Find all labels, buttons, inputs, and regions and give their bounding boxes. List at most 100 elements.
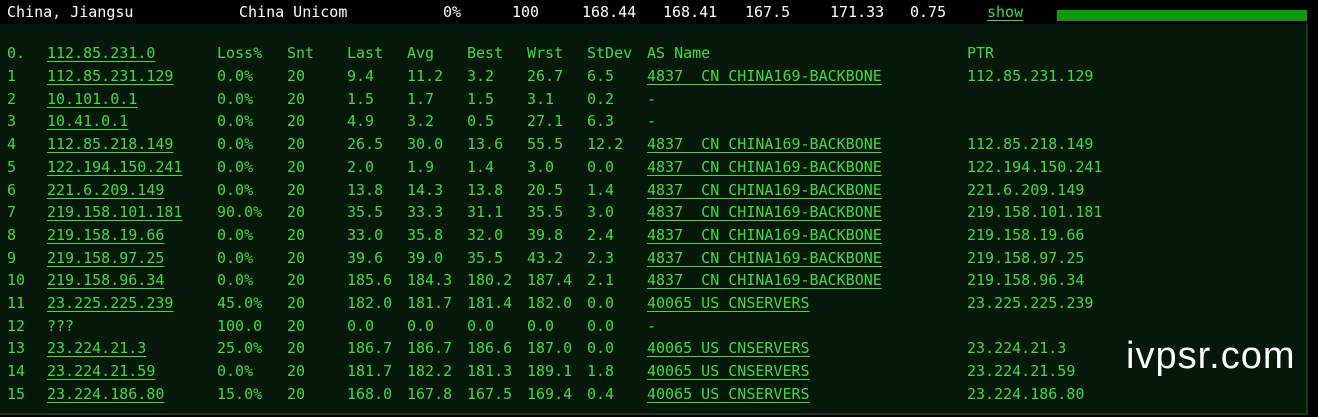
best-value: 0.5 [467,112,495,131]
as-name-link[interactable]: 4837 CN CHINA169-BACKBONE [647,156,882,178]
host-link[interactable]: 23.224.21.3 [47,337,146,359]
col-ptr: PTR [967,44,995,62]
host-link[interactable]: 112.85.231.129 [47,65,173,87]
host-link[interactable]: 122.194.150.241 [47,156,182,178]
loss-value: 0.0% [217,225,254,244]
as-name-link[interactable]: 4837 CN CHINA169-BACKBONE [647,65,882,87]
last-value: 13.8 [347,180,384,199]
sent-value: 20 [287,362,306,381]
mtr-result-panel: 0. 112.85.231.0 Loss% Snt Last Avg Best … [0,24,1308,415]
sent-value: 20 [287,112,306,131]
hop-number: 3 [7,112,17,131]
avg-value: 39.0 [407,248,444,267]
host-link[interactable]: 219.158.19.66 [47,224,164,246]
loss-value: 25.0% [217,339,263,358]
sent-value: 20 [287,67,306,85]
worst-value: 43.2 [527,248,564,267]
summary-bar: China, Jiangsu China Unicom 0% 100 168.4… [0,0,1318,24]
as-name-link[interactable]: 4837 CN CHINA169-BACKBONE [647,269,882,291]
sent-value: 20 [287,203,306,222]
host-link[interactable]: 219.158.97.25 [47,247,164,269]
table-row: 14 23.224.21.59 0.0% 20 181.7 182.2 181.3 189.1… [0,360,1306,382]
best-value: 13.6 [467,135,504,154]
last-value: 35.5 [347,203,384,222]
as-name-link[interactable]: 40065 US CNSERVERS [647,383,810,405]
best-value: 181.4 [467,294,513,312]
table-row: 7 219.158.101.181 90.0% 20 35.5 33.3 31.1 35.5 3… [0,201,1306,223]
show-toggle-link[interactable]: show [987,2,1023,22]
as-name-link[interactable]: 40065 US CNSERVERS [647,337,810,359]
avg-value: 181.7 [407,294,453,312]
col-as-name: AS Name [647,44,711,62]
table-row: 3 10.41.0.1 0.0% 20 4.9 3.2 0.5 27.1 6.3 - [0,110,1306,132]
stdev-value: 6.3 [587,112,615,131]
ptr-value: 23.224.21.59 [967,362,1076,381]
sent-value: 20 [287,294,306,312]
table-header-row: 0. 112.85.231.0 Loss% Snt Last Avg Best … [0,42,1306,64]
worst-value: 35.5 [527,203,564,222]
best-value: 181.3 [467,362,513,381]
as-name-link[interactable]: 40065 US CNSERVERS [647,360,810,382]
last-value: 9.4 [347,67,375,85]
loss-value: 0.0% [217,180,254,199]
summary-loss: 0% [443,3,462,21]
summary-last: 168.44 [582,3,637,21]
host-link[interactable]: 219.158.101.181 [47,201,182,223]
ptr-value: 219.158.101.181 [967,203,1103,222]
last-value: 33.0 [347,225,384,244]
loss-value: 0.0% [217,112,254,131]
host-link: ??? [47,316,75,335]
loss-value: 15.0% [217,384,263,403]
host-link[interactable]: 112.85.218.149 [47,133,173,155]
worst-value: 0.0 [527,316,555,335]
ptr-value: 112.85.231.129 [967,67,1094,85]
worst-value: 3.0 [527,157,555,176]
as-name-link[interactable]: 4837 CN CHINA169-BACKBONE [647,201,882,223]
host-link[interactable]: 221.6.209.149 [47,179,164,201]
summary-sent: 100 [512,3,540,21]
hop-number: 10 [7,271,26,290]
host-link[interactable]: 219.158.96.34 [47,269,164,291]
last-value: 4.9 [347,112,375,131]
host-link[interactable]: 23.225.225.239 [47,292,173,314]
hop-number: 11 [7,294,26,312]
table-row: 11 23.225.225.239 45.0% 20 182.0 181.7 181.4 18… [0,292,1306,314]
col-wrst: Wrst [527,44,564,62]
as-name-link[interactable]: 4837 CN CHINA169-BACKBONE [647,224,882,246]
as-name-link[interactable]: 40065 US CNSERVERS [647,292,810,314]
best-value: 13.8 [467,180,504,199]
col-host-link[interactable]: 112.85.231.0 [47,42,155,64]
summary-stdev: 0.75 [910,3,947,21]
avg-value: 14.3 [407,180,444,199]
stdev-value: 0.2 [587,89,615,108]
ptr-value: 219.158.97.25 [967,248,1085,267]
sent-value: 20 [287,339,306,358]
best-value: 0.0 [467,316,495,335]
table-row: 2 10.101.0.1 0.0% 20 1.5 1.7 1.5 3.1 0.2 - [0,88,1306,110]
as-name-link[interactable]: 4837 CN CHINA169-BACKBONE [647,247,882,269]
as-name-link[interactable]: 4837 CN CHINA169-BACKBONE [647,179,882,201]
avg-value: 3.2 [407,112,435,131]
avg-value: 0.0 [407,316,435,335]
host-link[interactable]: 23.224.186.80 [47,383,164,405]
avg-value: 1.9 [407,157,435,176]
col-last: Last [347,44,384,62]
host-link[interactable]: 10.41.0.1 [47,110,128,132]
worst-value: 187.0 [527,339,573,358]
as-name-link[interactable]: 4837 CN CHINA169-BACKBONE [647,133,882,155]
worst-value: 20.5 [527,180,564,199]
col-loss: Loss% [217,44,263,62]
hop-number: 15 [7,384,26,403]
loss-value: 0.0% [217,135,254,154]
best-value: 1.4 [467,157,495,176]
avg-value: 184.3 [407,271,453,290]
host-link[interactable]: 23.224.21.59 [47,360,155,382]
as-name: - [647,112,657,131]
hop-number: 4 [7,135,17,154]
ptr-value: 122.194.150.241 [967,157,1103,176]
stdev-value: 0.0 [587,316,615,335]
last-value: 2.0 [347,157,375,176]
col-snt: Snt [287,44,315,62]
summary-avg: 168.41 [663,3,718,21]
host-link[interactable]: 10.101.0.1 [47,88,137,110]
